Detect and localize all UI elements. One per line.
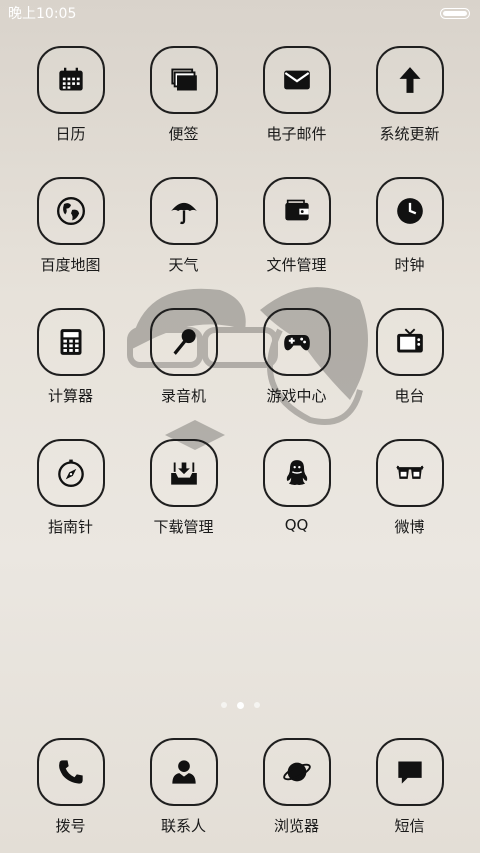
- app-email[interactable]: 电子邮件: [240, 46, 353, 177]
- wallet-icon: [284, 199, 309, 221]
- app-game-center-tile[interactable]: [262, 308, 331, 376]
- app-recorder[interactable]: 录音机: [127, 308, 240, 439]
- person-icon: [171, 760, 196, 784]
- app-weather[interactable]: 天气: [127, 177, 240, 308]
- app-calculator[interactable]: 计算器: [14, 308, 127, 439]
- app-label: 指南针: [47, 518, 93, 536]
- app-radio[interactable]: 电台: [353, 308, 466, 439]
- app-file-manager[interactable]: 文件管理: [240, 177, 353, 308]
- microphone-icon: [173, 329, 196, 355]
- app-label: 游戏中心: [266, 387, 327, 405]
- app-label: 浏览器: [273, 817, 319, 835]
- app-label: 便签: [168, 125, 199, 143]
- compass-icon: [57, 459, 84, 487]
- page-indicator: [0, 702, 480, 709]
- page-dot[interactable]: [220, 702, 227, 708]
- arrow-up-icon: [399, 67, 420, 93]
- app-label: 百度地图: [40, 256, 101, 274]
- battery-icon: [440, 7, 470, 19]
- app-qq[interactable]: QQ: [240, 439, 353, 570]
- app-file-manager-tile[interactable]: [262, 177, 331, 245]
- app-dialer[interactable]: 拨号: [14, 738, 127, 848]
- umbrella-icon: [170, 202, 197, 225]
- dock: 拨号 联系人 浏览器 短信: [14, 738, 466, 848]
- app-compass[interactable]: 指南针: [14, 439, 127, 570]
- app-game-center[interactable]: 游戏中心: [240, 308, 353, 439]
- planet-icon: [282, 762, 311, 782]
- app-label: 下载管理: [153, 518, 214, 536]
- app-browser[interactable]: 浏览器: [240, 738, 353, 848]
- app-baidu-map[interactable]: 百度地图: [14, 177, 127, 308]
- calculator-icon: [60, 329, 81, 355]
- app-label: 拨号: [55, 817, 86, 835]
- app-email-tile[interactable]: [262, 46, 331, 114]
- penguin-icon: [286, 460, 307, 486]
- app-update[interactable]: 系统更新: [353, 46, 466, 177]
- gamepad-icon: [283, 335, 310, 351]
- app-weather-tile[interactable]: [149, 177, 218, 245]
- page-dot[interactable]: [253, 702, 260, 708]
- stacked-notes-icon: [170, 68, 197, 91]
- app-update-tile[interactable]: [375, 46, 444, 114]
- app-sms[interactable]: 短信: [353, 738, 466, 848]
- app-baidu-map-tile[interactable]: [36, 177, 105, 245]
- app-contacts-tile[interactable]: [149, 738, 218, 806]
- inbox-download-icon: [170, 462, 197, 485]
- clock-icon: [396, 198, 423, 224]
- app-radio-tile[interactable]: [375, 308, 444, 376]
- app-compass-tile[interactable]: [36, 439, 105, 507]
- app-notes[interactable]: 便签: [127, 46, 240, 177]
- globe-icon: [56, 197, 85, 225]
- app-label: 日历: [55, 125, 86, 143]
- app-sms-tile[interactable]: [375, 738, 444, 806]
- status-time: 晚上10:05: [8, 6, 77, 22]
- app-calendar-tile[interactable]: [36, 46, 105, 114]
- app-browser-tile[interactable]: [262, 738, 331, 806]
- app-label: 微博: [394, 518, 425, 536]
- app-notes-tile[interactable]: [149, 46, 218, 114]
- app-label: 录音机: [160, 387, 206, 405]
- envelope-icon: [283, 70, 310, 90]
- app-label: 时钟: [394, 256, 425, 274]
- app-label: 系统更新: [379, 125, 440, 143]
- app-grid: 日历 便签 电子邮件 系统更新 百度地图 天气 文件管理 时钟 计算器 录音机 …: [14, 46, 466, 570]
- app-contacts[interactable]: 联系人: [127, 738, 240, 848]
- app-label: 电子邮件: [266, 125, 327, 143]
- page-dot-active[interactable]: [236, 702, 244, 709]
- app-dialer-tile[interactable]: [36, 738, 105, 806]
- app-label: 文件管理: [266, 256, 327, 274]
- 3d-glasses-icon: [395, 465, 424, 479]
- app-clock-tile[interactable]: [375, 177, 444, 245]
- calendar-icon: [58, 67, 83, 91]
- status-bar: 晚上10:05: [0, 0, 480, 26]
- app-download-manager[interactable]: 下载管理: [127, 439, 240, 570]
- app-label: QQ: [284, 516, 309, 534]
- app-calendar[interactable]: 日历: [14, 46, 127, 177]
- app-qq-tile[interactable]: [262, 439, 331, 507]
- app-clock[interactable]: 时钟: [353, 177, 466, 308]
- app-calculator-tile[interactable]: [36, 308, 105, 376]
- app-weibo[interactable]: 微博: [353, 439, 466, 570]
- app-label: 电台: [394, 387, 425, 405]
- phone-icon: [58, 760, 83, 784]
- app-download-manager-tile[interactable]: [149, 439, 218, 507]
- tv-icon: [396, 328, 423, 353]
- app-label: 联系人: [160, 817, 206, 835]
- app-label: 天气: [168, 256, 199, 274]
- app-weibo-tile[interactable]: [375, 439, 444, 507]
- speech-bubble-icon: [397, 761, 422, 784]
- app-label: 短信: [394, 817, 425, 835]
- app-recorder-tile[interactable]: [149, 308, 218, 376]
- app-label: 计算器: [47, 387, 93, 405]
